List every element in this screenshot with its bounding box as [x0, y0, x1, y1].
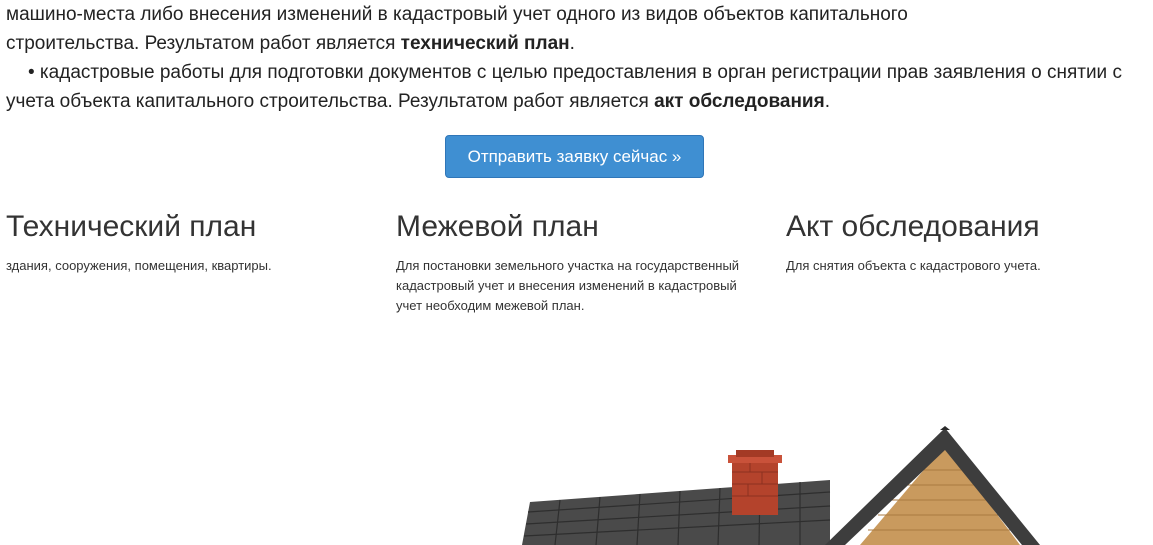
service-boundary-plan: Межевой план Для постановки земельного у… — [396, 207, 741, 316]
service-description: здания, сооружения, помещения, квартиры. — [6, 258, 272, 273]
intro-bullet-end: . — [824, 91, 830, 112]
intro-text: машино-места либо внесения изменений в к… — [6, 0, 1146, 116]
house-icon — [522, 426, 1040, 545]
intro-bullet-text: • кадастровые работы для подготовки доку… — [6, 62, 1122, 112]
cta-wrap: Отправить заявку сейчас » — [445, 135, 704, 178]
service-technical-plan: Технический план здания, сооружения, пом… — [6, 207, 356, 276]
service-inspection-act: Акт обследования Для снятия объекта с ка… — [786, 207, 1136, 276]
service-title: Межевой план — [396, 210, 599, 243]
intro-line-2: строительства. Результатом работ являетс… — [6, 29, 1146, 58]
intro-bullet-bold: акт обследования — [654, 91, 825, 112]
send-request-button[interactable]: Отправить заявку сейчас » — [445, 135, 704, 178]
service-title: Технический план — [6, 210, 257, 243]
intro-bullet: • кадастровые работы для подготовки доку… — [6, 58, 1146, 116]
service-description: Для снятия объекта с кадастрового учета. — [786, 258, 1041, 273]
intro-line-2-bold: технический план — [400, 33, 570, 54]
service-description: Для постановки земельного участка на гос… — [396, 258, 740, 313]
intro-line-2-end: . — [569, 33, 575, 54]
intro-line-1: машино-места либо внесения изменений в к… — [6, 4, 908, 25]
service-title: Акт обследования — [786, 210, 1040, 243]
intro-line-2-text: строительства. Результатом работ являетс… — [6, 33, 401, 54]
